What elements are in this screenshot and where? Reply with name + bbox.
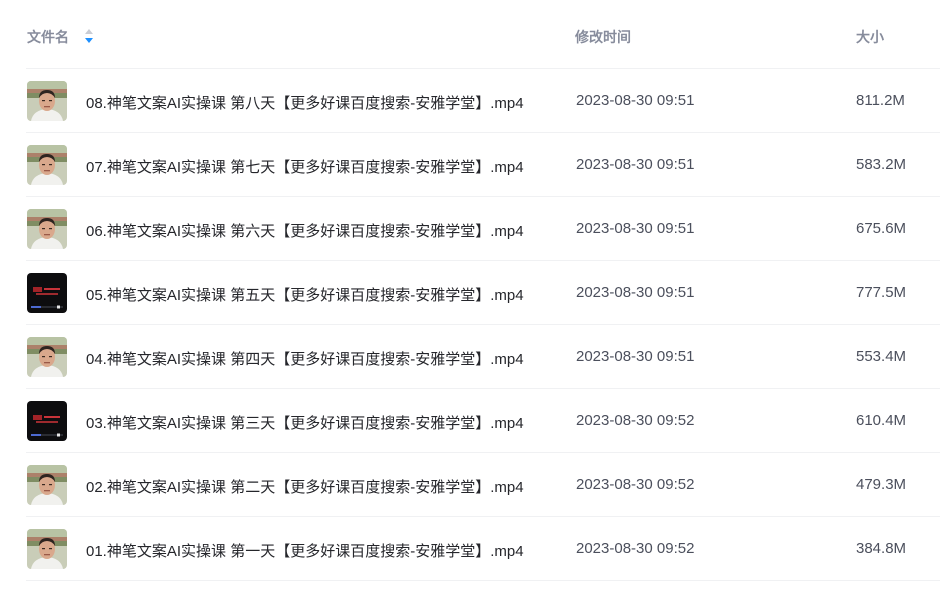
file-name[interactable]: 07.神笔文案AI实操课 第七天【更多好课百度搜索-安雅学堂】.mp4 (86, 156, 524, 177)
file-name[interactable]: 01.神笔文案AI实操课 第一天【更多好课百度搜索-安雅学堂】.mp4 (86, 540, 524, 561)
file-name[interactable]: 02.神笔文案AI实操课 第二天【更多好课百度搜索-安雅学堂】.mp4 (86, 476, 524, 497)
table-row[interactable]: 01.神笔文案AI实操课 第一天【更多好课百度搜索-安雅学堂】.mp4 2023-… (26, 517, 940, 581)
file-name[interactable]: 08.神笔文案AI实操课 第八天【更多好课百度搜索-安雅学堂】.mp4 (86, 92, 524, 113)
table-row[interactable]: 02.神笔文案AI实操课 第二天【更多好课百度搜索-安雅学堂】.mp4 2023-… (26, 453, 940, 517)
file-size: 583.2M (856, 156, 907, 173)
file-modified-time: 2023-08-30 09:51 (576, 284, 695, 301)
file-size: 610.4M (856, 412, 907, 429)
table-row[interactable]: 07.神笔文案AI实操课 第七天【更多好课百度搜索-安雅学堂】.mp4 2023-… (26, 133, 940, 197)
file-size: 553.4M (856, 348, 907, 365)
file-modified-time: 2023-08-30 09:51 (576, 348, 695, 365)
sort-icon[interactable] (84, 28, 94, 44)
file-modified-time: 2023-08-30 09:51 (576, 156, 695, 173)
file-name[interactable]: 05.神笔文案AI实操课 第五天【更多好课百度搜索-安雅学堂】.mp4 (86, 284, 524, 305)
video-thumbnail-portrait-icon[interactable] (27, 465, 67, 505)
file-list-table: 文件名 修改时间 大小 08.神笔文案AI实操课 第八天【更多好课百度搜索-安雅… (0, 0, 940, 581)
table-row[interactable]: 08.神笔文案AI实操课 第八天【更多好课百度搜索-安雅学堂】.mp4 2023-… (26, 69, 940, 133)
column-header-modified[interactable]: 修改时间 (575, 27, 631, 47)
video-thumbnail-portrait-icon[interactable] (27, 145, 67, 185)
file-name[interactable]: 04.神笔文案AI实操课 第四天【更多好课百度搜索-安雅学堂】.mp4 (86, 348, 524, 369)
file-modified-time: 2023-08-30 09:52 (576, 412, 695, 429)
video-thumbnail-slide-icon[interactable] (27, 273, 67, 313)
table-row[interactable]: 06.神笔文案AI实操课 第六天【更多好课百度搜索-安雅学堂】.mp4 2023-… (26, 197, 940, 261)
video-thumbnail-portrait-icon[interactable] (27, 209, 67, 249)
video-thumbnail-slide-icon[interactable] (27, 401, 67, 441)
file-size: 675.6M (856, 220, 907, 237)
table-row[interactable]: 04.神笔文案AI实操课 第四天【更多好课百度搜索-安雅学堂】.mp4 2023-… (26, 325, 940, 389)
file-rows: 08.神笔文案AI实操课 第八天【更多好课百度搜索-安雅学堂】.mp4 2023-… (0, 69, 940, 581)
file-modified-time: 2023-08-30 09:51 (576, 220, 695, 237)
file-modified-time: 2023-08-30 09:52 (576, 476, 695, 493)
file-size: 384.8M (856, 540, 907, 557)
video-thumbnail-portrait-icon[interactable] (27, 529, 67, 569)
file-modified-time: 2023-08-30 09:51 (576, 92, 695, 109)
file-name[interactable]: 03.神笔文案AI实操课 第三天【更多好课百度搜索-安雅学堂】.mp4 (86, 412, 524, 433)
file-size: 777.5M (856, 284, 907, 301)
column-header-name[interactable]: 文件名 (27, 27, 69, 47)
file-name[interactable]: 06.神笔文案AI实操课 第六天【更多好课百度搜索-安雅学堂】.mp4 (86, 220, 524, 241)
video-thumbnail-portrait-icon[interactable] (27, 81, 67, 121)
table-row[interactable]: 03.神笔文案AI实操课 第三天【更多好课百度搜索-安雅学堂】.mp4 2023-… (26, 389, 940, 453)
table-header: 文件名 修改时间 大小 (26, 0, 940, 69)
table-row[interactable]: 05.神笔文案AI实操课 第五天【更多好课百度搜索-安雅学堂】.mp4 2023-… (26, 261, 940, 325)
video-thumbnail-portrait-icon[interactable] (27, 337, 67, 377)
column-header-size[interactable]: 大小 (856, 27, 884, 47)
file-size: 811.2M (856, 92, 905, 109)
file-size: 479.3M (856, 476, 907, 493)
file-modified-time: 2023-08-30 09:52 (576, 540, 695, 557)
